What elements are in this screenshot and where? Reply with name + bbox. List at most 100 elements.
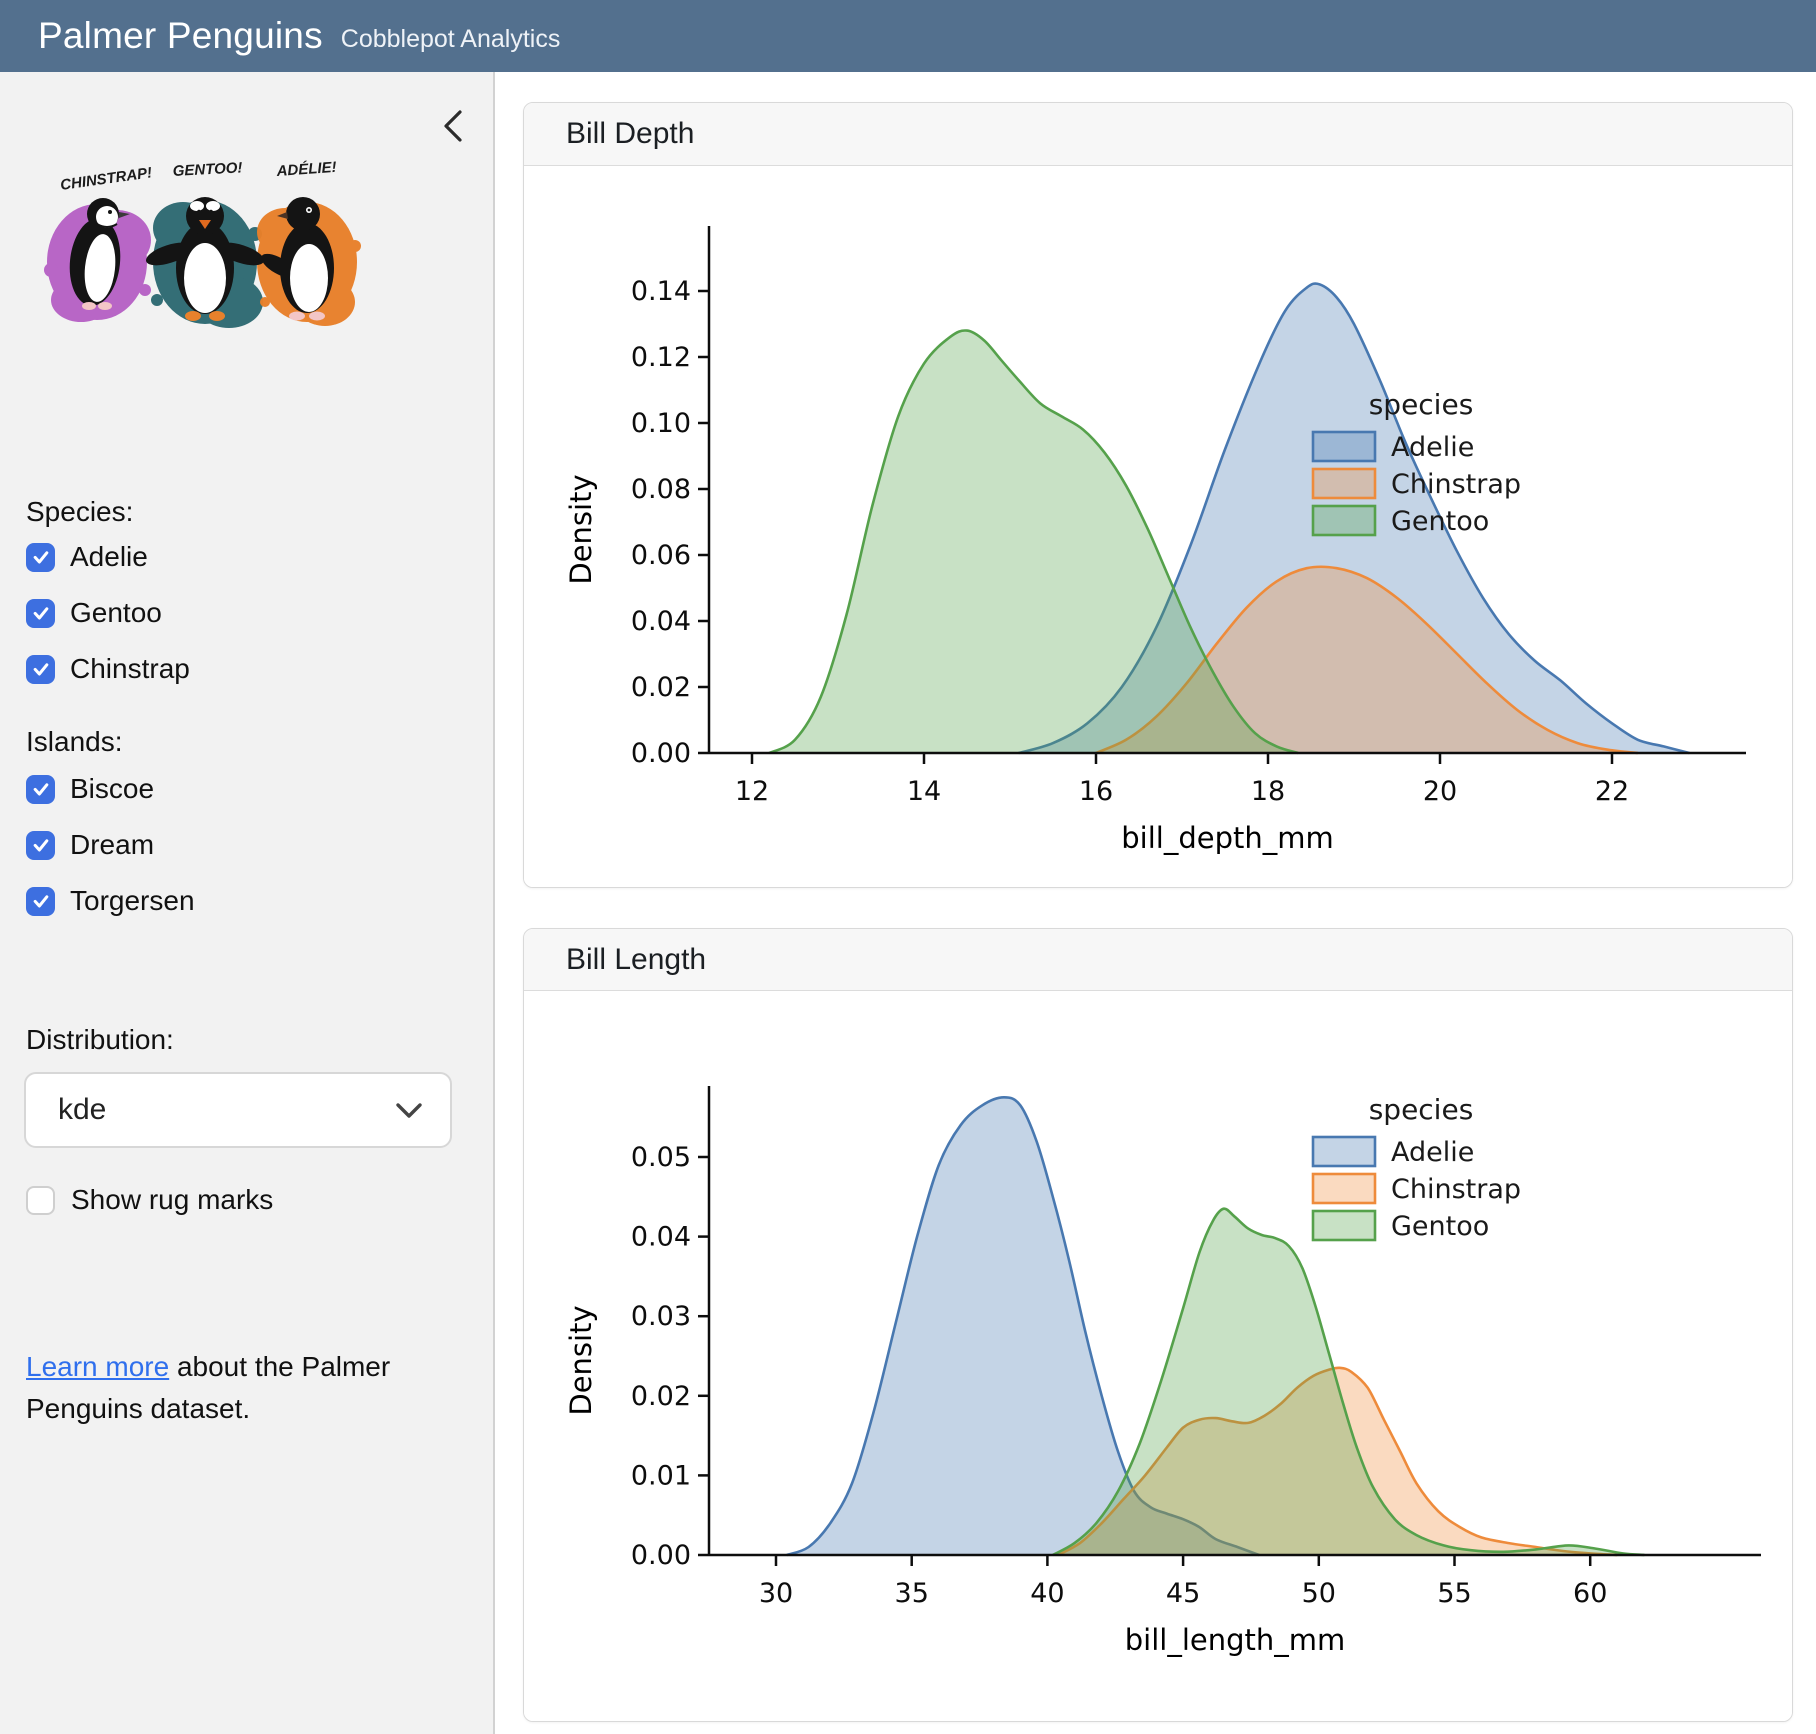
islands-option-torgersen[interactable]: Torgersen: [26, 884, 195, 918]
show-rug-marks-checkbox-row[interactable]: Show rug marks: [26, 1184, 273, 1216]
islands-label-torgersen: Torgersen: [70, 885, 195, 917]
x-tick-label: 30: [759, 1578, 793, 1609]
y-axis-label: Density: [564, 474, 598, 584]
islands-label-dream: Dream: [70, 829, 154, 861]
bill-length-chart: 30 35 40 45 50 55 60 0.00 0.01 0.02 0.03 0.04 0.05 bi…: [524, 991, 1792, 1722]
legend-patch-adelie: [1313, 1137, 1375, 1166]
y-tick-label: 0.12: [631, 342, 691, 373]
rug-checkbox-label: Show rug marks: [71, 1184, 273, 1216]
x-tick-label: 45: [1166, 1578, 1200, 1609]
species-label-adelie: Adelie: [70, 541, 148, 573]
chevron-down-icon: [394, 1100, 424, 1120]
legend-label-gentoo: Gentoo: [1391, 1211, 1489, 1242]
islands-checkbox-group: Biscoe Dream Torgersen: [26, 772, 195, 940]
bill-depth-card-title: Bill Depth: [566, 117, 694, 151]
legend-label-chinstrap: Chinstrap: [1391, 469, 1521, 500]
bill-depth-chart: 1214161820220.000.020.040.060.080.100.12…: [524, 166, 1792, 888]
x-axis-label: bill_length_mm: [1125, 1623, 1346, 1657]
distribution-select-value: kde: [58, 1093, 394, 1127]
bill-depth-card-header: Bill Depth: [524, 103, 1792, 166]
islands-label: Islands:: [26, 726, 123, 758]
species-checkbox-group: Adelie Gentoo Chinstrap: [26, 540, 190, 708]
check-icon: [31, 603, 51, 623]
app-header: Palmer Penguins Cobblepot Analytics: [0, 0, 1816, 72]
y-tick-label: 0.04: [631, 1222, 691, 1253]
y-tick-label: 0.01: [631, 1460, 691, 1491]
x-tick-label: 35: [895, 1578, 929, 1609]
sidebar: CHINSTRAP! GENTOO! ADÉLIE! Species: Adel…: [0, 72, 495, 1734]
species-label-gentoo: Gentoo: [70, 597, 162, 629]
app-title: Palmer Penguins: [38, 15, 323, 57]
check-icon: [31, 779, 51, 799]
x-tick-label: 20: [1423, 776, 1457, 807]
checked-checkbox-icon[interactable]: [26, 831, 55, 860]
legend-title: species: [1369, 388, 1474, 421]
y-tick-label: 0.10: [631, 408, 691, 439]
y-tick-label: 0.00: [631, 1540, 691, 1571]
bill-length-card-body: 30 35 40 45 50 55 60 0.00 0.01 0.02 0.03 0.04 0.05 bi…: [524, 991, 1792, 1722]
species-option-adelie[interactable]: Adelie: [26, 540, 190, 574]
islands-option-biscoe[interactable]: Biscoe: [26, 772, 195, 806]
legend-patch-chinstrap: [1313, 1174, 1375, 1203]
dataset-footer-text: Learn more about the Palmer Penguins dat…: [26, 1346, 436, 1430]
x-tick-label: 18: [1251, 776, 1285, 807]
distribution-select[interactable]: kde: [24, 1072, 452, 1148]
legend-title: species: [1369, 1093, 1474, 1126]
legend-label-adelie: Adelie: [1391, 1137, 1474, 1168]
legend-label-adelie: Adelie: [1391, 432, 1474, 463]
bill-length-card-header: Bill Length: [524, 929, 1792, 991]
legend-patch-gentoo: [1313, 506, 1375, 535]
x-tick-label: 40: [1030, 1578, 1064, 1609]
y-tick-label: 0.03: [631, 1301, 691, 1332]
checked-checkbox-icon[interactable]: [26, 775, 55, 804]
checked-checkbox-icon[interactable]: [26, 887, 55, 916]
y-tick-label: 0.02: [631, 1381, 691, 1412]
checked-checkbox-icon[interactable]: [26, 655, 55, 684]
y-tick-label: 0.06: [631, 540, 691, 571]
legend-patch-gentoo: [1313, 1211, 1375, 1240]
checked-checkbox-icon[interactable]: [26, 599, 55, 628]
bill-depth-card: Bill Depth 1214161820220.000.020.040.060…: [523, 102, 1793, 888]
x-tick-label: 60: [1573, 1578, 1607, 1609]
illustration-label-chinstrap: CHINSTRAP!: [59, 164, 153, 194]
rug-checkbox[interactable]: [26, 1186, 55, 1215]
x-tick-label: 12: [735, 776, 769, 807]
learn-more-link[interactable]: Learn more: [26, 1351, 169, 1382]
legend-patch-adelie: [1313, 432, 1375, 461]
y-tick-label: 0.05: [631, 1142, 691, 1173]
y-tick-label: 0.00: [631, 738, 691, 769]
islands-label-biscoe: Biscoe: [70, 773, 154, 805]
x-tick-label: 16: [1079, 776, 1113, 807]
bill-length-card-title: Bill Length: [566, 943, 706, 977]
checked-checkbox-icon[interactable]: [26, 543, 55, 572]
y-tick-label: 0.02: [631, 672, 691, 703]
distribution-label: Distribution:: [26, 1024, 174, 1056]
legend-label-gentoo: Gentoo: [1391, 506, 1489, 537]
check-icon: [31, 891, 51, 911]
penguins-illustration: CHINSTRAP! GENTOO! ADÉLIE!: [33, 150, 366, 340]
species-label: Species:: [26, 496, 133, 528]
illustration-label-gentoo: GENTOO!: [172, 159, 243, 180]
x-tick-label: 50: [1302, 1578, 1336, 1609]
species-option-chinstrap[interactable]: Chinstrap: [26, 652, 190, 686]
sidebar-collapse-button[interactable]: [435, 108, 475, 148]
legend-patch-chinstrap: [1313, 469, 1375, 498]
illustration-label-adelie: ADÉLIE!: [275, 159, 337, 180]
x-tick-label: 55: [1437, 1578, 1471, 1609]
islands-option-dream[interactable]: Dream: [26, 828, 195, 862]
legend-label-chinstrap: Chinstrap: [1391, 1174, 1521, 1205]
y-axis-label: Density: [564, 1305, 598, 1415]
chevron-left-icon: [435, 108, 475, 148]
x-axis-label: bill_depth_mm: [1121, 821, 1334, 855]
species-option-gentoo[interactable]: Gentoo: [26, 596, 190, 630]
y-tick-label: 0.04: [631, 606, 691, 637]
check-icon: [31, 547, 51, 567]
species-label-chinstrap: Chinstrap: [70, 653, 190, 685]
check-icon: [31, 659, 51, 679]
bill-depth-card-body: 1214161820220.000.020.040.060.080.100.12…: [524, 166, 1792, 888]
app-subtitle: Cobblepot Analytics: [341, 25, 561, 54]
y-tick-label: 0.14: [631, 276, 691, 307]
legend: species Adelie Chinstrap Gentoo: [1313, 1093, 1521, 1242]
check-icon: [31, 835, 51, 855]
bill-length-card: Bill Length 30 35 40 45 50 55 60 0.00 0.01 0.02 0.…: [523, 928, 1793, 1722]
